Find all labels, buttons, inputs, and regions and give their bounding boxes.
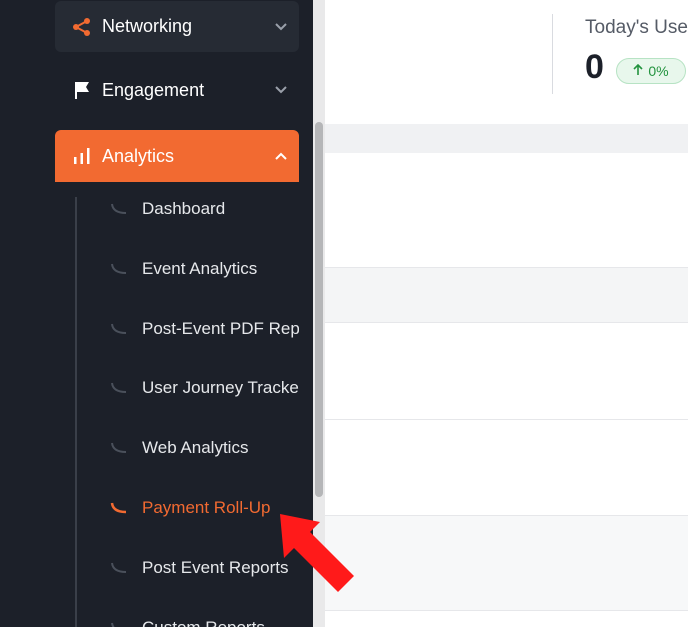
stat-change-badge: 0% — [616, 58, 686, 84]
chevron-down-icon[interactable] — [273, 82, 289, 98]
arc-bullet-icon — [108, 318, 130, 340]
nav-networking-label: Networking — [102, 16, 193, 36]
submenu-item-label: Payment Roll-Up — [142, 498, 271, 517]
submenu-item-payment-roll-up[interactable]: Payment Roll-Up — [108, 488, 299, 528]
submenu-item-label: Dashboard — [142, 199, 226, 218]
main-content: Today's Use 0 0% — [325, 0, 688, 627]
stat-title: Today's Use — [585, 17, 688, 38]
arc-bullet-icon — [108, 377, 130, 399]
bar-chart-icon — [71, 145, 93, 167]
submenu-item-label: Post-Event PDF Repo — [142, 319, 299, 338]
nav-analytics[interactable]: Analytics — [55, 130, 299, 182]
stat-change-value: 0% — [648, 63, 669, 79]
submenu-item-post-event-reports[interactable]: Post Event Reports — [108, 548, 299, 588]
arc-bullet-icon — [108, 617, 130, 627]
chevron-up-icon[interactable] — [273, 148, 289, 164]
nav-engagement[interactable]: Engagement — [55, 64, 299, 116]
submenu-item-label: Web Analytics — [142, 438, 249, 457]
nav-engagement-label: Engagement — [102, 79, 205, 100]
arc-bullet-icon — [108, 198, 130, 220]
stat-divider — [552, 14, 553, 94]
table-header-band — [325, 267, 688, 323]
submenu-guide-line — [75, 197, 77, 627]
submenu-item-dashboard[interactable]: Dashboard — [108, 189, 299, 229]
submenu-item-label: Event Analytics — [142, 259, 258, 278]
submenu-item-label: Custom Reports — [142, 618, 265, 627]
sidebar: Networking Engagement Analytics Dashboar… — [0, 0, 313, 627]
arrow-up-icon — [633, 63, 643, 79]
row-divider — [325, 419, 688, 420]
arc-bullet-icon — [108, 437, 130, 459]
submenu-item-web-analytics[interactable]: Web Analytics — [108, 428, 299, 468]
stat-value: 0 — [585, 48, 604, 86]
flag-icon — [71, 79, 93, 101]
submenu-item-custom-reports[interactable]: Custom Reports — [108, 608, 299, 627]
submenu-item-post-event-pdf-report[interactable]: Post-Event PDF Repo — [108, 309, 299, 349]
sidebar-scrollbar-thumb[interactable] — [315, 122, 323, 497]
arc-bullet-icon — [108, 258, 130, 280]
arc-bullet-icon — [108, 497, 130, 519]
table-row-band — [325, 515, 688, 611]
section-header-band — [325, 124, 688, 153]
chevron-down-icon[interactable] — [273, 19, 289, 35]
arc-bullet-icon — [108, 557, 130, 579]
submenu-item-event-analytics[interactable]: Event Analytics — [108, 249, 299, 289]
submenu-item-label: User Journey Tracker — [142, 378, 299, 397]
share-icon — [71, 16, 93, 38]
submenu-item-user-journey-tracker[interactable]: User Journey Tracker — [108, 368, 299, 408]
nav-analytics-label: Analytics — [102, 145, 175, 166]
submenu-item-label: Post Event Reports — [142, 558, 289, 577]
annotation-arrow-icon — [280, 514, 354, 592]
nav-networking[interactable]: Networking — [55, 1, 299, 52]
